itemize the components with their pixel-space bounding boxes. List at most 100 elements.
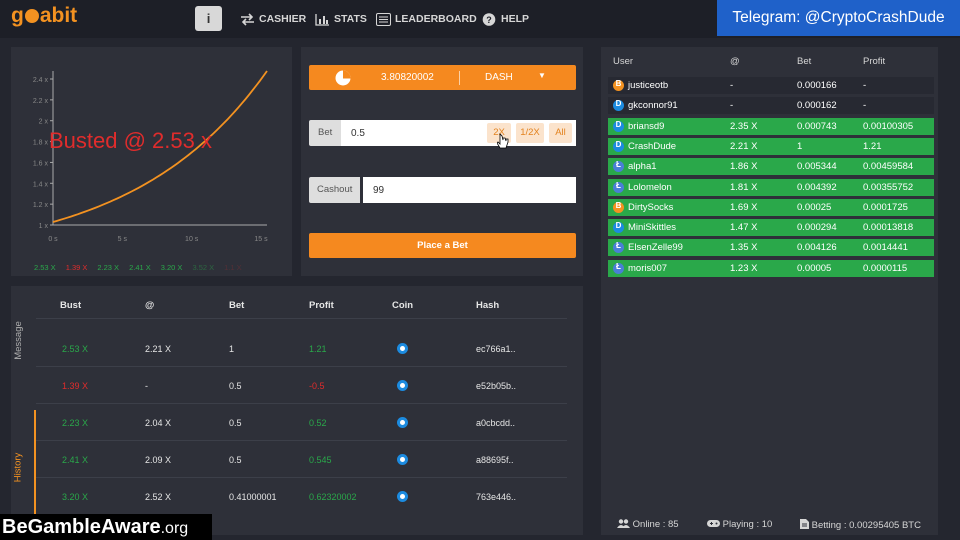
- player-name[interactable]: briansd9: [628, 121, 664, 132]
- recent-bust-value[interactable]: 1.1 X: [224, 263, 242, 272]
- playing-count: Playing : 10: [722, 519, 773, 530]
- player-name[interactable]: MiniSkittles: [628, 222, 676, 233]
- balance-selector[interactable]: 3.80820002 DASH ▼: [309, 65, 576, 90]
- dash-coin-icon: [397, 343, 408, 354]
- recent-bust-value[interactable]: 2.53 X: [34, 263, 56, 272]
- info-button[interactable]: i: [195, 6, 222, 31]
- player-bet: 1: [797, 140, 803, 152]
- x-tick-label: 10 s: [185, 236, 199, 243]
- y-tick-label: 1.4 x: [33, 181, 49, 188]
- history-cashed-at: -: [145, 381, 148, 391]
- half-bet-button[interactable]: 1/2X: [516, 123, 544, 143]
- player-row[interactable]: Łalpha1 1.86 X 0.005344 0.00459584: [608, 158, 934, 176]
- history-header: Bust: [60, 300, 82, 311]
- recent-bust-value[interactable]: 2.41 X: [129, 263, 151, 272]
- history-header: Profit: [309, 300, 334, 311]
- x-tick-label: 5 s: [118, 236, 128, 243]
- player-name[interactable]: ElsenZelle99: [628, 242, 683, 253]
- tab-message[interactable]: Message: [13, 321, 24, 360]
- player-profit: -: [863, 80, 867, 91]
- goabit-logo[interactable]: g abit: [11, 4, 77, 28]
- player-bet: 0.000294: [797, 222, 837, 234]
- player-row[interactable]: Ł ElsenZelle99 1.35 X 0.004126 0.0014441: [608, 239, 934, 257]
- nav-cashier[interactable]: CASHIER: [240, 11, 306, 27]
- players-header: @: [730, 56, 740, 67]
- gamepad-icon: [707, 520, 720, 527]
- player-row[interactable]: Bjusticeotb - 0.000166 -: [608, 77, 934, 94]
- svg-text:?: ?: [486, 15, 492, 25]
- player-name[interactable]: DirtySocks: [628, 202, 673, 213]
- recent-bust-value[interactable]: 3.20 X: [161, 263, 183, 272]
- dash-coin-icon: [397, 491, 408, 502]
- history-hash[interactable]: a0cbcdd..: [476, 418, 515, 428]
- dash-icon: D: [613, 140, 624, 152]
- nav-stats[interactable]: STATS: [315, 11, 367, 27]
- player-cashed-at: -: [730, 100, 734, 112]
- nav-stats-label: STATS: [334, 13, 367, 25]
- nav-leaderboard[interactable]: LEADERBOARD: [376, 11, 477, 27]
- player-name[interactable]: gkconnor91: [628, 100, 678, 111]
- bet-field: Bet 2X 1/2X All: [309, 120, 576, 146]
- history-divider: [36, 440, 567, 441]
- history-bet: 0.5: [229, 455, 242, 465]
- bar-chart-icon: [315, 13, 329, 26]
- balance-value: 3.80820002: [381, 72, 434, 83]
- history-hash[interactable]: a88695f..: [476, 455, 514, 465]
- player-bet: 0.000162: [797, 100, 837, 112]
- history-bust: 2.41 X: [62, 455, 89, 465]
- player-name[interactable]: moris007: [628, 263, 667, 274]
- player-row[interactable]: Łmoris007 1.23 X 0.00005 0.0000115: [608, 259, 934, 277]
- history-hash[interactable]: 763e446..: [476, 492, 516, 502]
- all-bet-button[interactable]: All: [549, 123, 572, 143]
- litecoin-icon: Ł: [613, 181, 624, 193]
- player-row[interactable]: Dbriansd9 2.35 X 0.000743 0.00100305: [608, 117, 934, 135]
- pie-chart-icon: [335, 70, 351, 86]
- player-row[interactable]: Ł Lolomelon 1.81 X 0.004392 0.00355752: [608, 178, 934, 196]
- player-profit: 0.00013818: [863, 222, 914, 234]
- player-name[interactable]: CrashDude: [628, 141, 676, 152]
- nav-help[interactable]: ? HELP: [482, 11, 529, 27]
- player-row[interactable]: B DirtySocks 1.69 X 0.00025 0.0001725: [608, 198, 934, 216]
- recent-bust-value[interactable]: 1.39 X: [66, 263, 88, 272]
- players-header: User: [613, 56, 634, 67]
- player-row[interactable]: Dgkconnor91 - 0.000162 -: [608, 97, 934, 115]
- history-header: @: [145, 300, 155, 311]
- document-icon: [800, 519, 809, 529]
- crash-graph-panel: 1 x 1.2 x 1.4 x 1.6 x 1.8 x 2 x 2.2 x 2.4 x 0 s 5…: [11, 47, 292, 276]
- history-hash[interactable]: ec766a1..: [476, 344, 516, 354]
- history-cashed-at: 2.52 X: [145, 492, 172, 502]
- history-divider: [36, 477, 567, 478]
- dash-coin-icon: [397, 380, 408, 391]
- place-bet-button[interactable]: Place a Bet: [309, 233, 576, 258]
- player-row[interactable]: D CrashDude 2.21 X 1 1.21: [608, 137, 934, 155]
- player-name[interactable]: Lolomelon: [628, 182, 672, 193]
- player-profit: 0.00459584: [863, 161, 914, 173]
- player-name[interactable]: justiceotb: [628, 80, 668, 91]
- playing-stat: Playing : 10: [707, 519, 772, 530]
- player-cashed-at: 1.81 X: [730, 181, 758, 193]
- caret-down-icon: ▼: [538, 71, 546, 80]
- player-cashed-at: -: [730, 80, 734, 91]
- litecoin-icon: Ł: [613, 241, 624, 254]
- y-tick-label: 2.4 x: [33, 77, 49, 84]
- recent-bust-value[interactable]: 3.52 X: [192, 263, 214, 272]
- player-name[interactable]: alpha1: [628, 161, 657, 172]
- list-icon: [376, 12, 391, 26]
- player-profit: 0.0014441: [863, 242, 908, 254]
- player-bet: 0.004392: [797, 181, 837, 193]
- player-cashed-at: 1.69 X: [730, 201, 758, 213]
- cashout-input[interactable]: [363, 177, 576, 203]
- players-footer: Online : 85 Playing : 10 Betting : 0.002…: [601, 515, 938, 535]
- online-count: Online : 85: [632, 519, 679, 530]
- busted-message: Busted @ 2.53 x: [49, 128, 212, 153]
- history-bust: 2.23 X: [62, 418, 89, 428]
- tab-history[interactable]: History: [12, 453, 23, 483]
- history-hash[interactable]: e52b05b..: [476, 381, 516, 391]
- player-bet: 0.00025: [797, 201, 832, 213]
- dash-icon: D: [613, 99, 624, 112]
- recent-bust-value[interactable]: 2.23 X: [97, 263, 119, 272]
- cashout-label: Cashout: [309, 177, 361, 203]
- player-profit: 0.00355752: [863, 181, 914, 193]
- history-cashed-at: 2.09 X: [145, 455, 172, 465]
- player-row[interactable]: D MiniSkittles 1.47 X 0.000294 0.00013818: [608, 219, 934, 237]
